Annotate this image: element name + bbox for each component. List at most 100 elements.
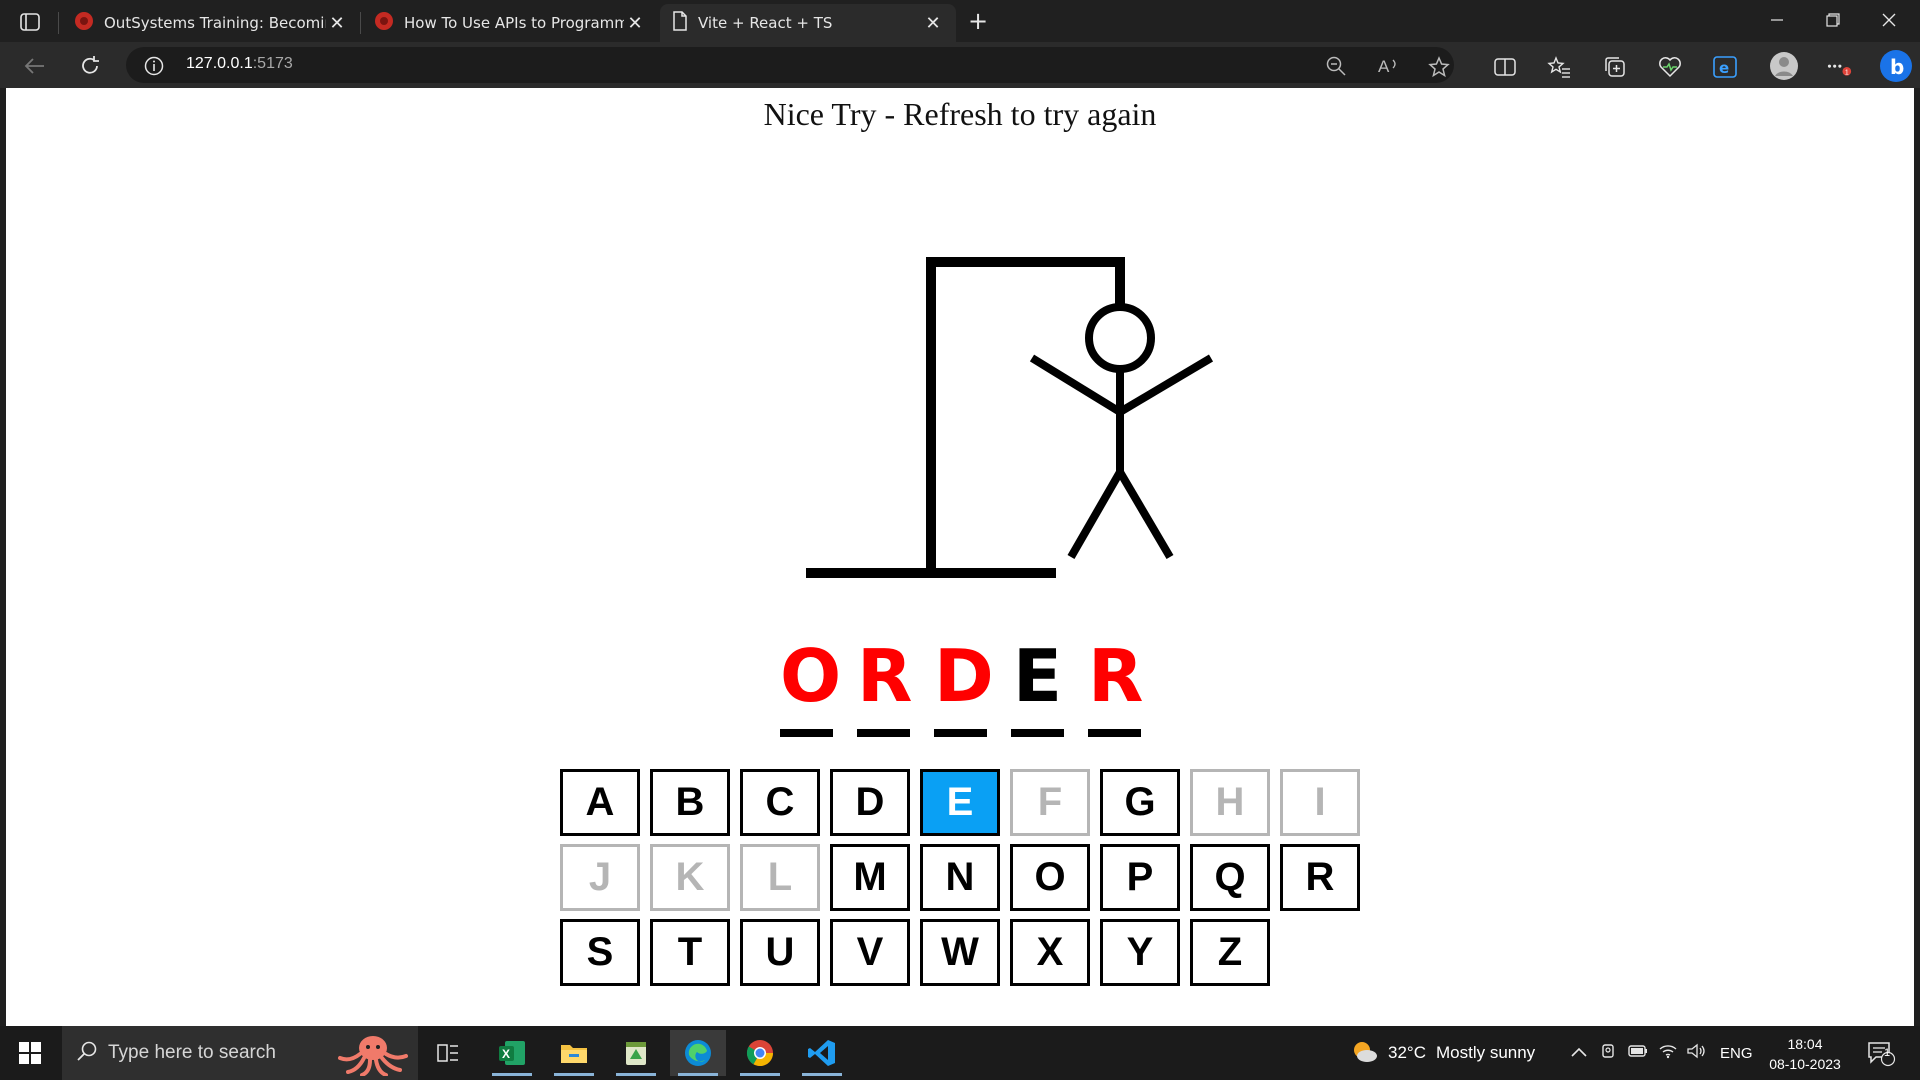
key-h: H <box>1190 769 1270 836</box>
key-k: K <box>650 844 730 911</box>
vscode-icon[interactable] <box>794 1030 850 1076</box>
key-c[interactable]: C <box>740 769 820 836</box>
partly-sunny-icon <box>1350 1038 1380 1069</box>
favorites-icon[interactable] <box>1546 54 1572 80</box>
key-i: I <box>1280 769 1360 836</box>
weather-temperature: 32°C <box>1388 1043 1426 1062</box>
key-a[interactable]: A <box>560 769 640 836</box>
back-arrow-icon[interactable] <box>18 50 50 82</box>
refresh-icon[interactable] <box>74 50 106 82</box>
profile-avatar-icon[interactable] <box>1768 50 1800 82</box>
hangman-head <box>1085 303 1155 373</box>
hangman-figure <box>1029 303 1214 560</box>
key-m[interactable]: M <box>830 844 910 911</box>
document-icon <box>672 11 688 35</box>
key-l: L <box>740 844 820 911</box>
new-tab-button[interactable]: + <box>963 6 993 36</box>
url-port: :5173 <box>252 55 293 72</box>
key-d[interactable]: D <box>830 769 910 836</box>
favorite-star-icon[interactable] <box>1428 56 1450 82</box>
taskbar-search-box[interactable]: Type here to search <box>62 1026 418 1080</box>
browser-essentials-icon[interactable] <box>1657 54 1683 80</box>
letter-keyboard: ABCDEFGHI JKLMNOPQR STUVWXYZ <box>560 769 1360 986</box>
chevron-up-icon[interactable] <box>1570 1043 1588 1063</box>
svg-text:e: e <box>1719 59 1729 77</box>
notification-count: 1 <box>1884 1047 1891 1059</box>
word-display: O R D E R <box>780 628 1143 738</box>
tab-outsystems-training[interactable]: OutSystems Training: Becoming a ✕ <box>62 4 360 42</box>
close-tab-icon[interactable]: ✕ <box>326 12 348 34</box>
site-info-icon[interactable] <box>144 56 164 80</box>
key-o[interactable]: O <box>1010 844 1090 911</box>
address-bar[interactable]: 127.0.0.1:5173 A <box>126 47 1454 83</box>
split-screen-icon[interactable] <box>1492 54 1518 80</box>
hangman-drawing <box>806 257 1214 578</box>
volume-icon[interactable] <box>1686 1043 1706 1064</box>
windows-start-icon[interactable] <box>6 1031 54 1075</box>
collections-icon[interactable] <box>1602 54 1628 80</box>
task-view-icon[interactable] <box>420 1030 476 1076</box>
key-q[interactable]: Q <box>1190 844 1270 911</box>
tab-actions-icon[interactable] <box>14 8 46 36</box>
key-s[interactable]: S <box>560 919 640 986</box>
taskbar-clock[interactable]: 18:04 08-10-2023 <box>1760 1034 1850 1074</box>
key-n[interactable]: N <box>920 844 1000 911</box>
system-tray: ENG <box>1570 1026 1753 1080</box>
svg-text:A: A <box>1378 57 1390 76</box>
close-tab-icon[interactable]: ✕ <box>922 12 944 34</box>
key-t[interactable]: T <box>650 919 730 986</box>
letter-underline <box>934 729 987 737</box>
outsystems-icon <box>74 11 94 35</box>
key-b[interactable]: B <box>650 769 730 836</box>
word-letter: D <box>934 634 994 718</box>
key-y[interactable]: Y <box>1100 919 1180 986</box>
meet-now-icon[interactable] <box>1600 1042 1618 1065</box>
windows-taskbar: Type here to search X 32°C Mostly sunny <box>0 1026 1920 1080</box>
tab-vite-react[interactable]: Vite + React + TS ✕ <box>660 4 956 42</box>
tab-apis-programmatically[interactable]: How To Use APIs to Programmat ✕ <box>362 4 658 42</box>
key-u[interactable]: U <box>740 919 820 986</box>
restore-icon[interactable] <box>1810 4 1856 36</box>
letter-slot: D <box>934 628 994 738</box>
key-r[interactable]: R <box>1280 844 1360 911</box>
tab-separator <box>58 12 59 34</box>
key-e[interactable]: E <box>920 769 1000 836</box>
minimize-icon[interactable] <box>1754 4 1800 36</box>
letter-underline <box>1088 729 1141 737</box>
settings-more-icon[interactable]: 1 <box>1826 54 1852 80</box>
zoom-out-icon[interactable] <box>1326 56 1346 80</box>
key-w[interactable]: W <box>920 919 1000 986</box>
file-explorer-icon[interactable] <box>546 1030 602 1076</box>
input-language[interactable]: ENG <box>1720 1045 1753 1062</box>
edge-icon[interactable] <box>670 1030 726 1076</box>
close-tab-icon[interactable]: ✕ <box>624 12 646 34</box>
outsystems-icon <box>374 11 394 35</box>
notepad-icon[interactable] <box>608 1030 664 1076</box>
chrome-icon[interactable] <box>732 1030 788 1076</box>
close-window-icon[interactable] <box>1866 4 1912 36</box>
url-host: 127.0.0.1 <box>186 55 253 72</box>
weather-widget[interactable]: 32°C Mostly sunny <box>1350 1026 1535 1080</box>
key-v[interactable]: V <box>830 919 910 986</box>
octopus-search-highlight-icon <box>336 1032 410 1080</box>
battery-icon[interactable] <box>1628 1043 1648 1063</box>
hangman-left-leg <box>1067 470 1124 559</box>
url-text[interactable]: 127.0.0.1:5173 <box>186 55 293 73</box>
svg-text:1: 1 <box>1845 69 1849 76</box>
notifications-icon[interactable]: 1 <box>1866 1026 1896 1080</box>
hangman-right-leg <box>1116 469 1174 560</box>
wifi-icon[interactable] <box>1658 1043 1678 1064</box>
edge-sidebar-icon[interactable]: e <box>1712 54 1738 80</box>
tab-title: OutSystems Training: Becoming a <box>104 14 326 32</box>
key-p[interactable]: P <box>1100 844 1180 911</box>
letter-underline <box>780 729 833 737</box>
key-g[interactable]: G <box>1100 769 1180 836</box>
key-j: J <box>560 844 640 911</box>
tab-title: Vite + React + TS <box>698 14 833 32</box>
read-aloud-icon[interactable]: A <box>1378 56 1400 80</box>
weather-condition: Mostly sunny <box>1435 1043 1536 1062</box>
key-z[interactable]: Z <box>1190 919 1270 986</box>
key-x[interactable]: X <box>1010 919 1090 986</box>
excel-icon[interactable]: X <box>484 1030 540 1076</box>
bing-copilot-icon[interactable]: b <box>1878 48 1914 84</box>
